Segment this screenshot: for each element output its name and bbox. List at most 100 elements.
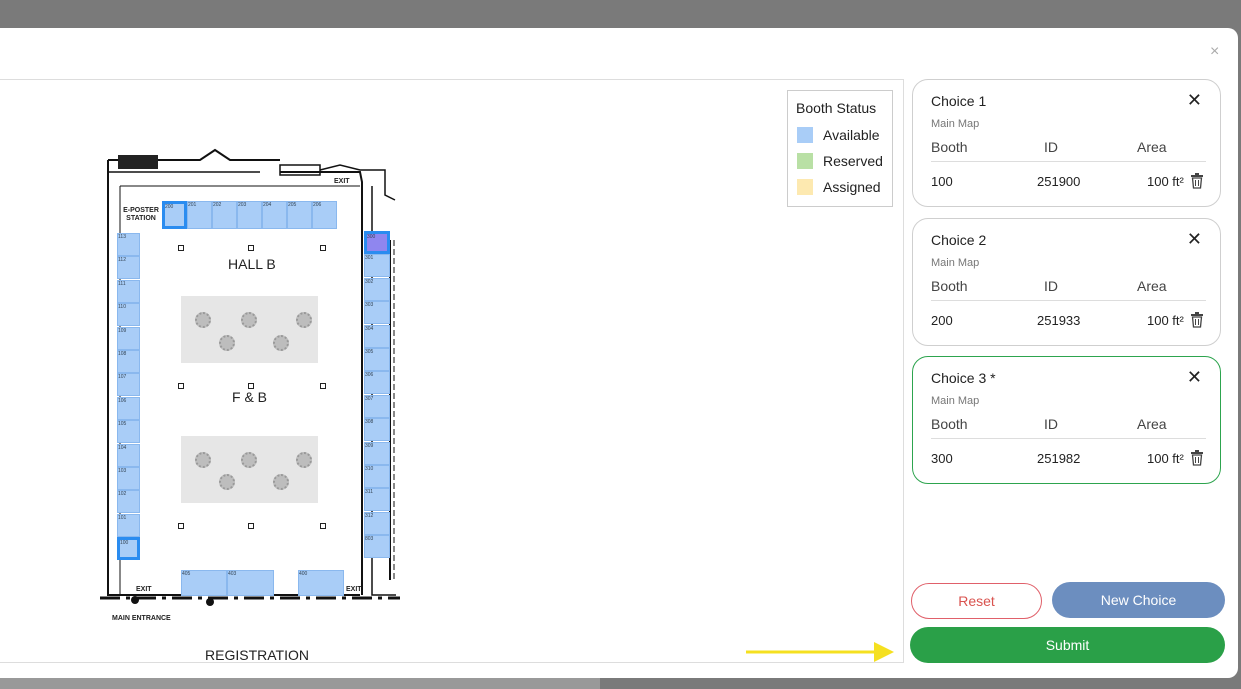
booth-310[interactable]: 310	[364, 465, 390, 488]
round-table	[241, 312, 257, 328]
booth-203[interactable]: 203	[237, 201, 262, 229]
legend-label: Assigned	[823, 179, 881, 195]
booth-101[interactable]: 101	[117, 513, 140, 537]
booth-103[interactable]: 103	[117, 467, 140, 490]
reserved-swatch	[797, 153, 813, 169]
booth-303[interactable]: 303	[364, 301, 390, 325]
legend-label: Available	[823, 127, 880, 143]
booth-204[interactable]: 204	[262, 201, 287, 229]
pillar	[178, 523, 184, 529]
booth-300[interactable]: 300	[364, 231, 390, 254]
modal-close-icon[interactable]: ×	[1210, 43, 1219, 61]
booth-108[interactable]: 108	[117, 350, 140, 373]
trash-icon[interactable]	[1190, 450, 1204, 466]
booth-id: 251982	[1037, 451, 1081, 466]
choice-card-2[interactable]: Choice 2 Main Map ✕ Booth ID Area 200 25…	[912, 218, 1221, 346]
booth-100[interactable]: 100	[117, 537, 140, 561]
trash-icon[interactable]	[1190, 173, 1204, 189]
choice-map-name: Main Map	[931, 118, 980, 130]
booth-102[interactable]: 102	[117, 490, 140, 514]
choices-panel: Choice 1 Main Map ✕ Booth ID Area 100 25…	[904, 79, 1234, 663]
round-table	[273, 335, 289, 351]
booth-403[interactable]: 403	[227, 570, 274, 596]
booth-110[interactable]: 110	[117, 303, 140, 327]
booth-308[interactable]: 308	[364, 418, 390, 442]
col-area-header: Area	[1137, 416, 1167, 432]
new-choice-button[interactable]: New Choice	[1052, 582, 1225, 618]
booth-111[interactable]: 111	[117, 279, 140, 303]
hall-b-label: HALL B	[228, 256, 276, 272]
pillar	[248, 245, 254, 251]
col-booth-header: Booth	[931, 416, 968, 432]
booth-202[interactable]: 202	[212, 201, 237, 229]
remove-choice-icon[interactable]: ✕	[1187, 367, 1202, 388]
backdrop-bottom	[0, 678, 600, 689]
choice-title: Choice 1	[931, 93, 987, 109]
round-table	[195, 312, 211, 328]
booth-area: 100 ft²	[1147, 174, 1184, 189]
col-booth-header: Booth	[931, 278, 968, 294]
round-table	[296, 312, 312, 328]
booth-803[interactable]: 803	[364, 535, 390, 559]
pillar	[320, 245, 326, 251]
booth-206[interactable]: 206	[312, 201, 337, 229]
booth-200[interactable]: 200	[162, 201, 187, 229]
booth-405[interactable]: 405	[181, 570, 227, 596]
submit-button[interactable]: Submit	[910, 627, 1225, 663]
remove-choice-icon[interactable]: ✕	[1187, 229, 1202, 250]
pillar	[178, 383, 184, 389]
booth-312[interactable]: 312	[364, 511, 390, 535]
booth-201[interactable]: 201	[187, 201, 212, 229]
round-table	[273, 474, 289, 490]
booth-area: 100 ft²	[1147, 451, 1184, 466]
booth-302[interactable]: 302	[364, 277, 390, 301]
eposter-station-label: E-POSTER STATION	[123, 207, 159, 222]
round-table	[241, 452, 257, 468]
booth-106[interactable]: 106	[117, 396, 140, 420]
trash-icon[interactable]	[1190, 312, 1204, 328]
divider	[931, 300, 1206, 301]
main-entrance-label: MAIN ENTRANCE	[112, 615, 171, 622]
pillar	[248, 383, 254, 389]
pillar	[248, 523, 254, 529]
booth-306[interactable]: 306	[364, 371, 390, 395]
booth-104[interactable]: 104	[117, 443, 140, 467]
exit-label-bottom-right: EXIT	[346, 586, 362, 593]
booth-109[interactable]: 109	[117, 326, 140, 350]
exit-label-top: EXIT	[334, 178, 350, 185]
booth-number: 100	[931, 174, 953, 189]
booth-id: 251933	[1037, 313, 1081, 328]
pillar	[320, 523, 326, 529]
booth-status-legend: Booth Status Available Reserved Assigned	[787, 90, 893, 207]
divider	[931, 438, 1206, 439]
booth-107[interactable]: 107	[117, 373, 140, 397]
legend-item-assigned: Assigned	[797, 178, 881, 196]
booth-112[interactable]: 112	[117, 256, 140, 280]
reset-button[interactable]: Reset	[911, 583, 1042, 619]
choice-card-3[interactable]: Choice 3 * Main Map ✕ Booth ID Area 300 …	[912, 356, 1221, 484]
round-table	[219, 335, 235, 351]
booth-304[interactable]: 304	[364, 324, 390, 348]
choice-title: Choice 3 *	[931, 370, 996, 386]
booth-105[interactable]: 105	[117, 420, 140, 444]
remove-choice-icon[interactable]: ✕	[1187, 90, 1202, 111]
legend-item-available: Available	[797, 126, 880, 144]
arrow-pointer-icon	[746, 642, 894, 662]
choice-map-name: Main Map	[931, 257, 980, 269]
col-id-header: ID	[1044, 278, 1058, 294]
backdrop-top	[0, 0, 1241, 8]
booth-400[interactable]: 400	[298, 570, 344, 596]
round-table	[296, 452, 312, 468]
booth-301[interactable]: 301	[364, 254, 390, 278]
legend-title: Booth Status	[796, 100, 877, 116]
choice-card-1[interactable]: Choice 1 Main Map ✕ Booth ID Area 100 25…	[912, 79, 1221, 207]
booth-205[interactable]: 205	[287, 201, 312, 229]
booth-311[interactable]: 311	[364, 488, 390, 512]
booth-113[interactable]: 113	[117, 233, 140, 256]
pillar	[178, 245, 184, 251]
legend-item-reserved: Reserved	[797, 152, 883, 170]
booth-309[interactable]: 309	[364, 441, 390, 465]
booth-307[interactable]: 307	[364, 394, 390, 418]
booth-305[interactable]: 305	[364, 348, 390, 371]
backdrop-bottom-right	[600, 678, 1241, 689]
